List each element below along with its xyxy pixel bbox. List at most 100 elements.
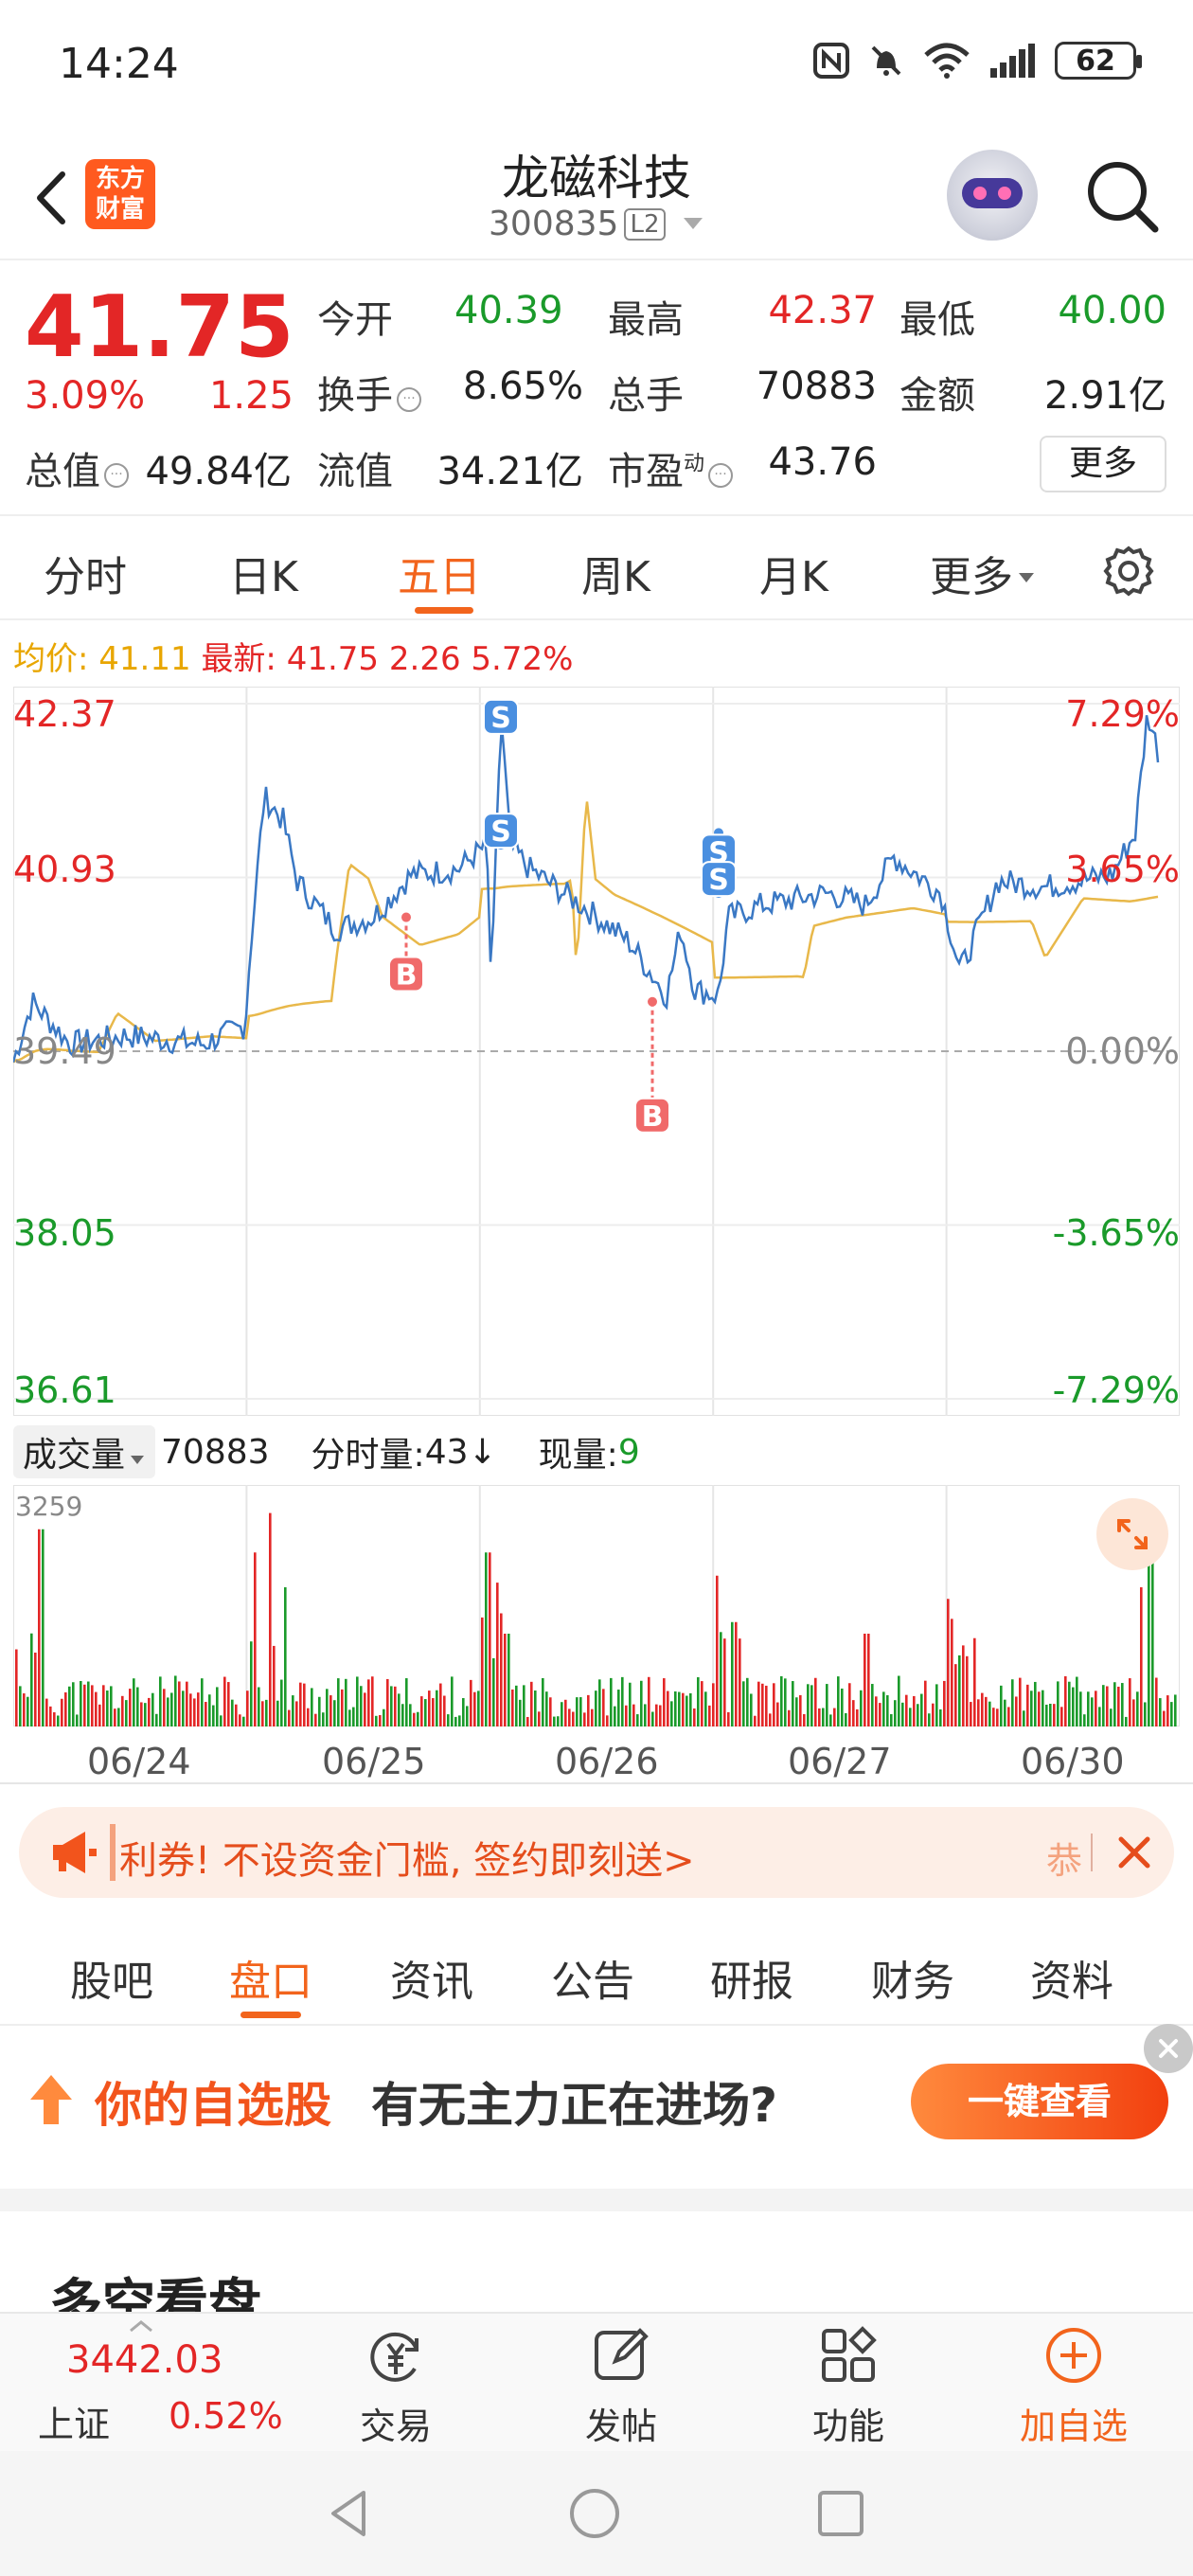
volume-bar (110, 1686, 113, 1726)
tab-order-book[interactable]: 盘口 (229, 1947, 312, 2008)
ad-close-button[interactable] (1144, 2024, 1193, 2073)
gear-icon[interactable] (1100, 543, 1157, 599)
info-icon[interactable]: ··· (397, 387, 421, 412)
sell-marker[interactable]: S (483, 813, 519, 850)
volume-bar (935, 1684, 938, 1726)
tab-weekly-k[interactable]: 周K (581, 543, 650, 603)
marker-label: B (642, 1100, 664, 1134)
sell-marker[interactable]: S (701, 861, 737, 899)
volume-bar (988, 1701, 991, 1726)
add-circle-icon (1046, 2328, 1101, 2383)
volume-bar (30, 1633, 33, 1726)
volume-bar (602, 1689, 605, 1726)
volume-bar (15, 1649, 18, 1726)
volume-bar (250, 1641, 253, 1726)
tab-daily-k[interactable]: 日K (229, 543, 298, 603)
volume-bar (947, 1599, 950, 1726)
volume-bar (477, 1690, 480, 1726)
volume-bar (879, 1703, 881, 1726)
volume-indicator-select[interactable]: 成交量 (13, 1425, 156, 1478)
volume-bar (1023, 1710, 1025, 1726)
volume-bar (958, 1655, 961, 1726)
tab-monthly-k[interactable]: 月K (759, 543, 828, 603)
volume-bar (985, 1696, 988, 1726)
quote-panel: 41.75 3.09% 1.25 今开 40.39 最高 42.37 最低 40… (0, 260, 1193, 516)
tab-five-day[interactable]: 五日 (398, 543, 481, 603)
volume-bar (894, 1700, 897, 1726)
marker-label: S (708, 864, 729, 897)
volume-bar (951, 1619, 953, 1726)
volume-bar (829, 1714, 832, 1726)
volume-bar (57, 1715, 60, 1726)
volume-bar (561, 1702, 563, 1726)
volume-bar (258, 1687, 260, 1726)
volume-bar (87, 1681, 90, 1726)
more-quote-button[interactable]: 更多 (1040, 436, 1166, 492)
info-icon[interactable]: ··· (708, 463, 734, 488)
tab-research[interactable]: 研报 (710, 1947, 793, 2008)
volume-bar (712, 1683, 715, 1726)
volume-bar (49, 1706, 52, 1726)
info-icon[interactable]: ··· (104, 463, 129, 488)
nav-functions[interactable]: 功能 (754, 2314, 943, 2453)
nav-trade[interactable]: 交易 (301, 2314, 490, 2453)
up-arrow-icon (30, 2075, 72, 2124)
marker-label: S (490, 815, 511, 849)
volume-bar (95, 1691, 98, 1726)
volume-bar (1076, 1676, 1078, 1726)
volume-max-label: 3259 (15, 1491, 83, 1522)
y-tick-right: 0.00% (1065, 1030, 1180, 1072)
tab-financials[interactable]: 财务 (871, 1947, 954, 2008)
sell-marker[interactable]: S (483, 698, 519, 735)
nav-post[interactable]: 发帖 (526, 2314, 716, 2453)
volume-bar (750, 1693, 753, 1726)
volume-bar (568, 1708, 571, 1726)
watchlist-text: 有无主力正在进场? (371, 2078, 778, 2133)
y-tick-left: 40.93 (13, 849, 116, 890)
search-icon[interactable] (1079, 153, 1165, 239)
tab-announcements[interactable]: 公告 (551, 1947, 634, 2008)
bottom-nav: 3442.03 上证 0.52% 交易 发帖 功能 加自选 (0, 2312, 1193, 2451)
tab-profile[interactable]: 资料 (1030, 1947, 1113, 2008)
date-label: 06/26 (555, 1741, 659, 1782)
volume-bar (875, 1696, 878, 1726)
active-tab-indicator (240, 2012, 301, 2018)
back-triangle-icon[interactable] (320, 2485, 377, 2542)
nav-add-watchlist[interactable]: 加自选 (979, 2314, 1168, 2453)
volume-bar (932, 1703, 935, 1726)
promo-banner[interactable]: 利券! 不设资金门槛, 签约即刻送> 恭 (19, 1807, 1174, 1898)
check-now-button[interactable]: 一键查看 (911, 2064, 1168, 2139)
volume-bar (239, 1714, 241, 1726)
volume-bar (201, 1678, 204, 1726)
index-widget[interactable]: 3442.03 上证 0.52% (0, 2314, 284, 2453)
volume-bar (1095, 1690, 1097, 1726)
volume-bar (814, 1677, 817, 1726)
tab-forum[interactable]: 股吧 (70, 1947, 153, 2008)
tab-intraday[interactable]: 分时 (44, 543, 127, 603)
volume-bar (769, 1713, 772, 1726)
volume-bar (462, 1698, 465, 1726)
volume-bar (716, 1575, 719, 1726)
tab-news[interactable]: 资讯 (390, 1947, 473, 2008)
tab-more[interactable]: 更多 (930, 543, 1036, 603)
volume-bar (833, 1708, 836, 1726)
divider (110, 1824, 116, 1881)
volume-bar (913, 1695, 916, 1726)
volume-chart[interactable] (13, 1485, 1180, 1726)
high-label: 最高 (608, 298, 684, 342)
robot-assistant-icon[interactable] (947, 150, 1038, 241)
volume-bar (1121, 1683, 1124, 1726)
close-icon[interactable] (1110, 1828, 1159, 1877)
five-day-price-chart[interactable]: BSSBSS (13, 687, 1180, 1416)
watchlist-ad[interactable]: 你的自选股 有无主力正在进场? 一键查看 (0, 2024, 1193, 2189)
volume-bar (818, 1708, 821, 1726)
volume-bar (345, 1678, 347, 1726)
home-circle-icon[interactable] (566, 2485, 623, 2542)
volume-bar (466, 1706, 469, 1726)
volume-bar (864, 1634, 866, 1726)
expand-chart-button[interactable] (1096, 1498, 1168, 1570)
volume-bar (1132, 1699, 1135, 1726)
volume-bar (507, 1634, 510, 1726)
recents-square-icon[interactable] (812, 2485, 869, 2542)
volume-bar (943, 1680, 946, 1726)
